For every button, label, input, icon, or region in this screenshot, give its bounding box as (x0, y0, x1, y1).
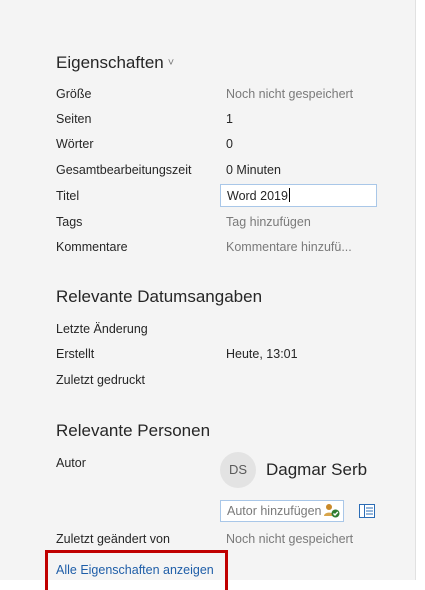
address-book-icon[interactable] (322, 501, 342, 521)
tags-label: Tags (56, 215, 83, 229)
words-value: 0 (226, 137, 233, 151)
title-input[interactable]: Word 2019 (220, 184, 377, 207)
properties-heading[interactable]: Eigenschaften ˅ (56, 53, 174, 73)
size-label: Größe (56, 87, 92, 101)
editing-time-label: Gesamtbearbeitungszeit (56, 163, 192, 177)
comments-field[interactable]: Kommentare hinzufü... (226, 240, 352, 254)
title-label: Titel (56, 189, 80, 203)
avatar: DS (220, 452, 256, 488)
author-label: Autor (56, 456, 86, 470)
last-modified-by-value: Noch nicht gespeichert (226, 532, 354, 546)
author-name[interactable]: Dagmar Serb (266, 460, 367, 480)
text-caret (288, 188, 290, 202)
pages-label: Seiten (56, 112, 92, 126)
properties-heading-label: Eigenschaften (56, 53, 164, 72)
title-input-value: Word 2019 (227, 189, 288, 203)
last-modified-by-label: Zuletzt geändert von (56, 532, 170, 546)
browse-people-icon[interactable] (357, 501, 377, 521)
people-check-icon (324, 504, 340, 518)
dates-heading: Relevante Datumsangaben (56, 287, 263, 306)
chevron-down-icon: ˅ (167, 57, 175, 69)
created-label: Erstellt (56, 347, 95, 361)
add-author-placeholder: Autor hinzufügen (227, 504, 322, 518)
comments-label: Kommentare (56, 240, 128, 254)
size-value: Noch nicht gespeichert (226, 87, 354, 101)
created-value: Heute, 13:01 (226, 347, 298, 361)
editing-time-value: 0 Minuten (226, 163, 281, 177)
words-label: Wörter (56, 137, 94, 151)
people-heading: Relevante Personen (56, 421, 211, 440)
show-all-properties-link[interactable]: Alle Eigenschaften anzeigen (56, 563, 214, 577)
last-printed-label: Zuletzt gedruckt (56, 373, 145, 387)
panel-divider (415, 0, 416, 580)
address-book-grid-icon (359, 504, 375, 518)
pages-value: 1 (226, 112, 233, 126)
tags-field[interactable]: Tag hinzufügen (226, 215, 311, 229)
last-modified-date-label: Letzte Änderung (56, 322, 148, 336)
